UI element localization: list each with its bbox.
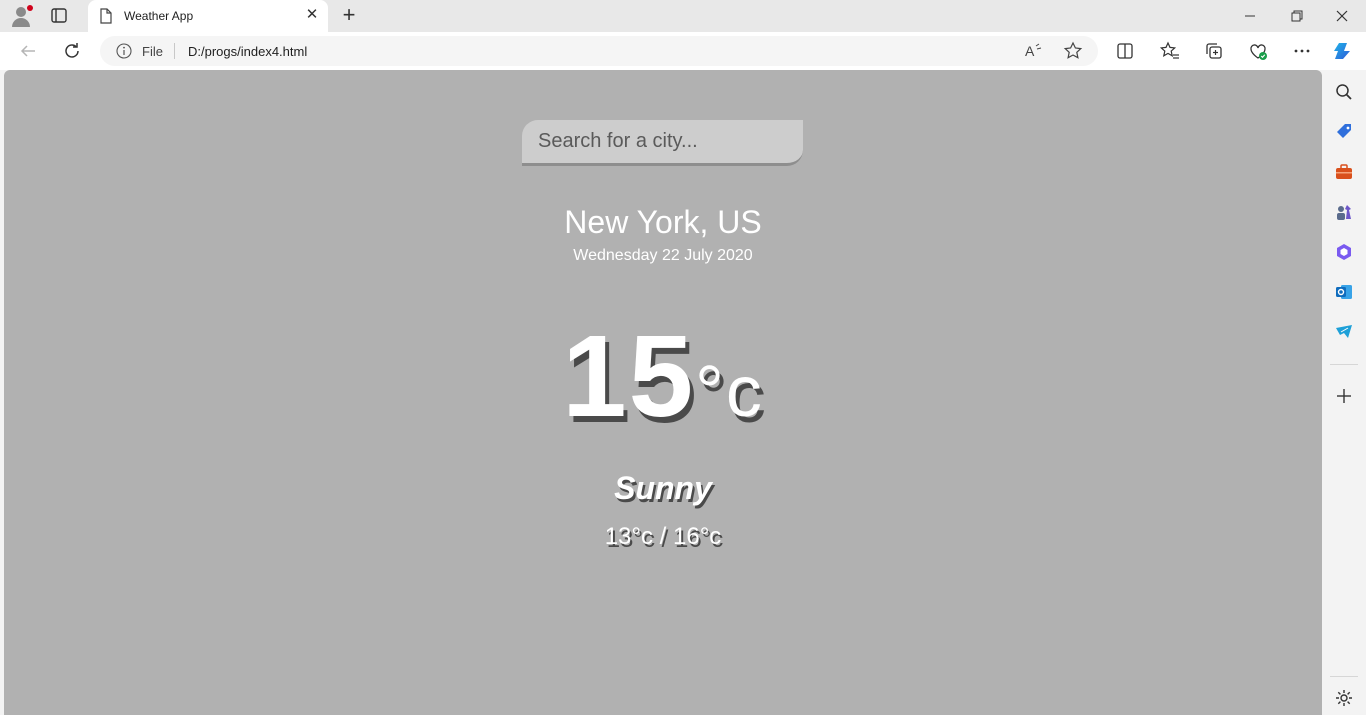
refresh-icon[interactable]	[60, 39, 84, 63]
read-aloud-icon[interactable]: A	[1022, 40, 1044, 62]
tab-strip: Weather App ✕ +	[0, 0, 1366, 32]
copilot-icon[interactable]	[1332, 39, 1356, 63]
url-text[interactable]: D:/progs/index4.html	[188, 44, 307, 59]
edge-sidebar	[1322, 70, 1366, 715]
outlook-icon[interactable]	[1334, 282, 1354, 302]
svg-text:A: A	[1025, 43, 1035, 59]
page-viewport: New York, US Wednesday 22 July 2020 15°c…	[4, 70, 1322, 715]
search-icon[interactable]	[1334, 82, 1354, 102]
add-icon[interactable]	[1334, 386, 1354, 406]
hi-low-temperature: 13°c / 16°c	[604, 523, 722, 550]
browser-toolbar: File D:/progs/index4.html A	[0, 32, 1366, 70]
games-icon[interactable]	[1334, 202, 1354, 222]
back-arrow-icon[interactable]	[16, 39, 40, 63]
star-icon[interactable]	[1062, 40, 1084, 62]
current-date: Wednesday 22 July 2020	[573, 247, 753, 264]
shopping-tag-icon[interactable]	[1334, 122, 1354, 142]
office-icon[interactable]	[1334, 242, 1354, 262]
page-icon	[100, 8, 112, 24]
city-name: New York, US	[564, 204, 762, 240]
telegram-icon[interactable]	[1334, 322, 1354, 342]
address-divider	[174, 43, 175, 59]
temperature-unit: °c	[695, 352, 764, 432]
favorites-icon[interactable]	[1158, 39, 1182, 63]
settings-icon[interactable]	[1334, 688, 1354, 708]
more-icon[interactable]	[1290, 39, 1314, 63]
close-window-icon[interactable]	[1330, 4, 1354, 28]
split-screen-icon[interactable]	[1113, 39, 1137, 63]
sidebar-divider	[1330, 364, 1358, 365]
sidebar-divider	[1330, 676, 1358, 677]
close-tab-icon[interactable]: ✕	[305, 7, 319, 22]
heart-shield-icon[interactable]	[1246, 39, 1270, 63]
tab-title: Weather App	[124, 9, 194, 23]
scheme-label: File	[142, 44, 163, 59]
weather-condition: Sunny	[614, 470, 712, 506]
info-icon[interactable]	[116, 43, 132, 59]
new-tab-button[interactable]: +	[338, 4, 360, 27]
restore-icon[interactable]	[1284, 4, 1308, 28]
temperature-display: 15°c	[4, 318, 1322, 450]
collections-icon[interactable]	[1202, 39, 1226, 63]
minimize-icon[interactable]	[1238, 4, 1262, 28]
tab-weather-app[interactable]: Weather App ✕	[88, 0, 328, 32]
temperature-value: 15	[562, 311, 696, 441]
tab-actions-icon[interactable]	[50, 7, 70, 25]
address-bar[interactable]: File D:/progs/index4.html A	[100, 36, 1098, 66]
tools-icon[interactable]	[1334, 162, 1354, 182]
profile-avatar-icon[interactable]	[10, 5, 33, 27]
city-search-input[interactable]	[522, 120, 803, 166]
